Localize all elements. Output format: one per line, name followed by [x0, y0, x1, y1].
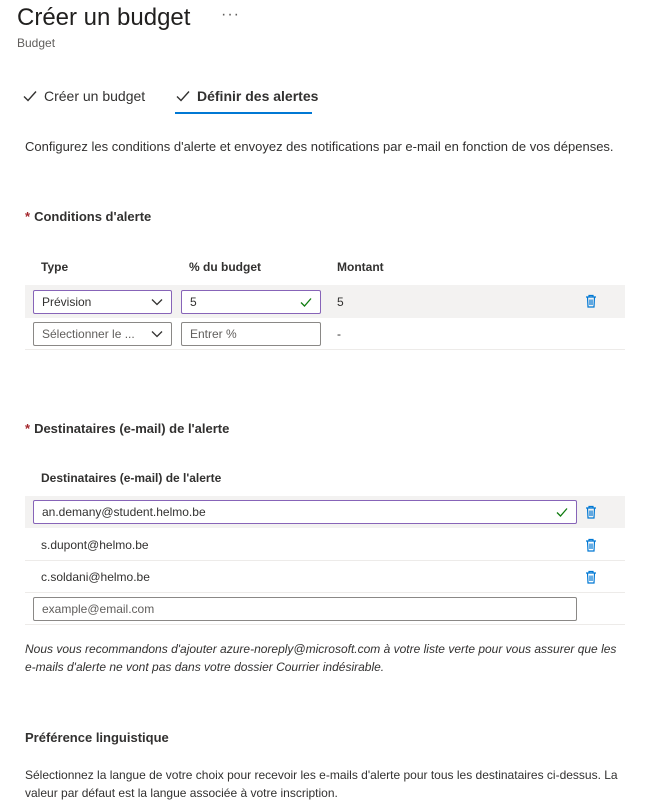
row-divider: [25, 349, 625, 350]
new-email-field[interactable]: example@email.com: [33, 597, 577, 621]
email-field[interactable]: an.demany@student.helmo.be: [33, 500, 577, 524]
type-dropdown-placeholder: Sélectionner le ...: [42, 327, 135, 341]
recipient-email: c.soldani@helmo.be: [41, 570, 150, 584]
chevron-down-icon: [151, 299, 163, 306]
language-description: Sélectionnez la langue de votre choix po…: [25, 768, 618, 800]
safe-sender-note: Nous vous recommandons d'ajouter azure-n…: [25, 642, 617, 674]
language-section-title: Préférence linguistique: [25, 730, 169, 745]
step-set-alerts[interactable]: Définir des alertes: [175, 88, 318, 104]
type-dropdown-value: Prévision: [42, 295, 92, 309]
step-label: Créer un budget: [44, 88, 146, 104]
page-subtitle: Budget: [17, 36, 56, 50]
conditions-section-title: * Conditions d'alerte: [25, 209, 151, 224]
trash-icon[interactable]: [583, 569, 599, 585]
page-title: Créer un budget: [17, 4, 191, 31]
percent-input-value: 5: [190, 295, 197, 309]
column-header-amount: Montant: [337, 260, 384, 274]
column-header-recipients: Destinataires (e-mail) de l'alerte: [41, 471, 222, 485]
more-options-button[interactable]: ···: [221, 6, 240, 24]
required-marker: *: [25, 421, 31, 436]
row-divider: [25, 624, 625, 625]
type-dropdown[interactable]: Sélectionner le ...: [33, 322, 172, 346]
checkmark-icon: [300, 298, 312, 307]
page-description: Configurez les conditions d'alerte et en…: [25, 139, 614, 154]
percent-input[interactable]: Entrer %: [181, 322, 321, 346]
type-dropdown[interactable]: Prévision: [33, 290, 172, 314]
checkmark-icon: [556, 508, 568, 517]
percent-input-placeholder: Entrer %: [190, 327, 237, 341]
active-step-indicator: [175, 112, 312, 114]
column-header-type: Type: [41, 260, 69, 274]
step-create-budget[interactable]: Créer un budget: [22, 88, 145, 104]
row-divider: [25, 560, 625, 561]
step-label: Définir des alertes: [197, 88, 319, 104]
recipients-section-title: * Destinataires (e-mail) de l'alerte: [25, 421, 229, 436]
section-title-text: Conditions d'alerte: [34, 209, 152, 224]
percent-input[interactable]: 5: [181, 290, 321, 314]
trash-icon[interactable]: [583, 293, 599, 309]
email-field-value: an.demany@student.helmo.be: [42, 505, 206, 519]
row-divider: [25, 592, 625, 593]
amount-value: 5: [337, 295, 344, 309]
required-marker: *: [25, 209, 31, 224]
trash-icon[interactable]: [583, 537, 599, 553]
checkmark-icon: [23, 91, 37, 102]
trash-icon[interactable]: [583, 504, 599, 520]
chevron-down-icon: [151, 331, 163, 338]
column-header-percent: % du budget: [189, 260, 261, 274]
amount-value: -: [337, 327, 341, 341]
section-title-text: Destinataires (e-mail) de l'alerte: [34, 421, 230, 436]
checkmark-icon: [176, 91, 190, 102]
recipient-email: s.dupont@helmo.be: [41, 538, 149, 552]
new-email-placeholder: example@email.com: [42, 602, 155, 616]
